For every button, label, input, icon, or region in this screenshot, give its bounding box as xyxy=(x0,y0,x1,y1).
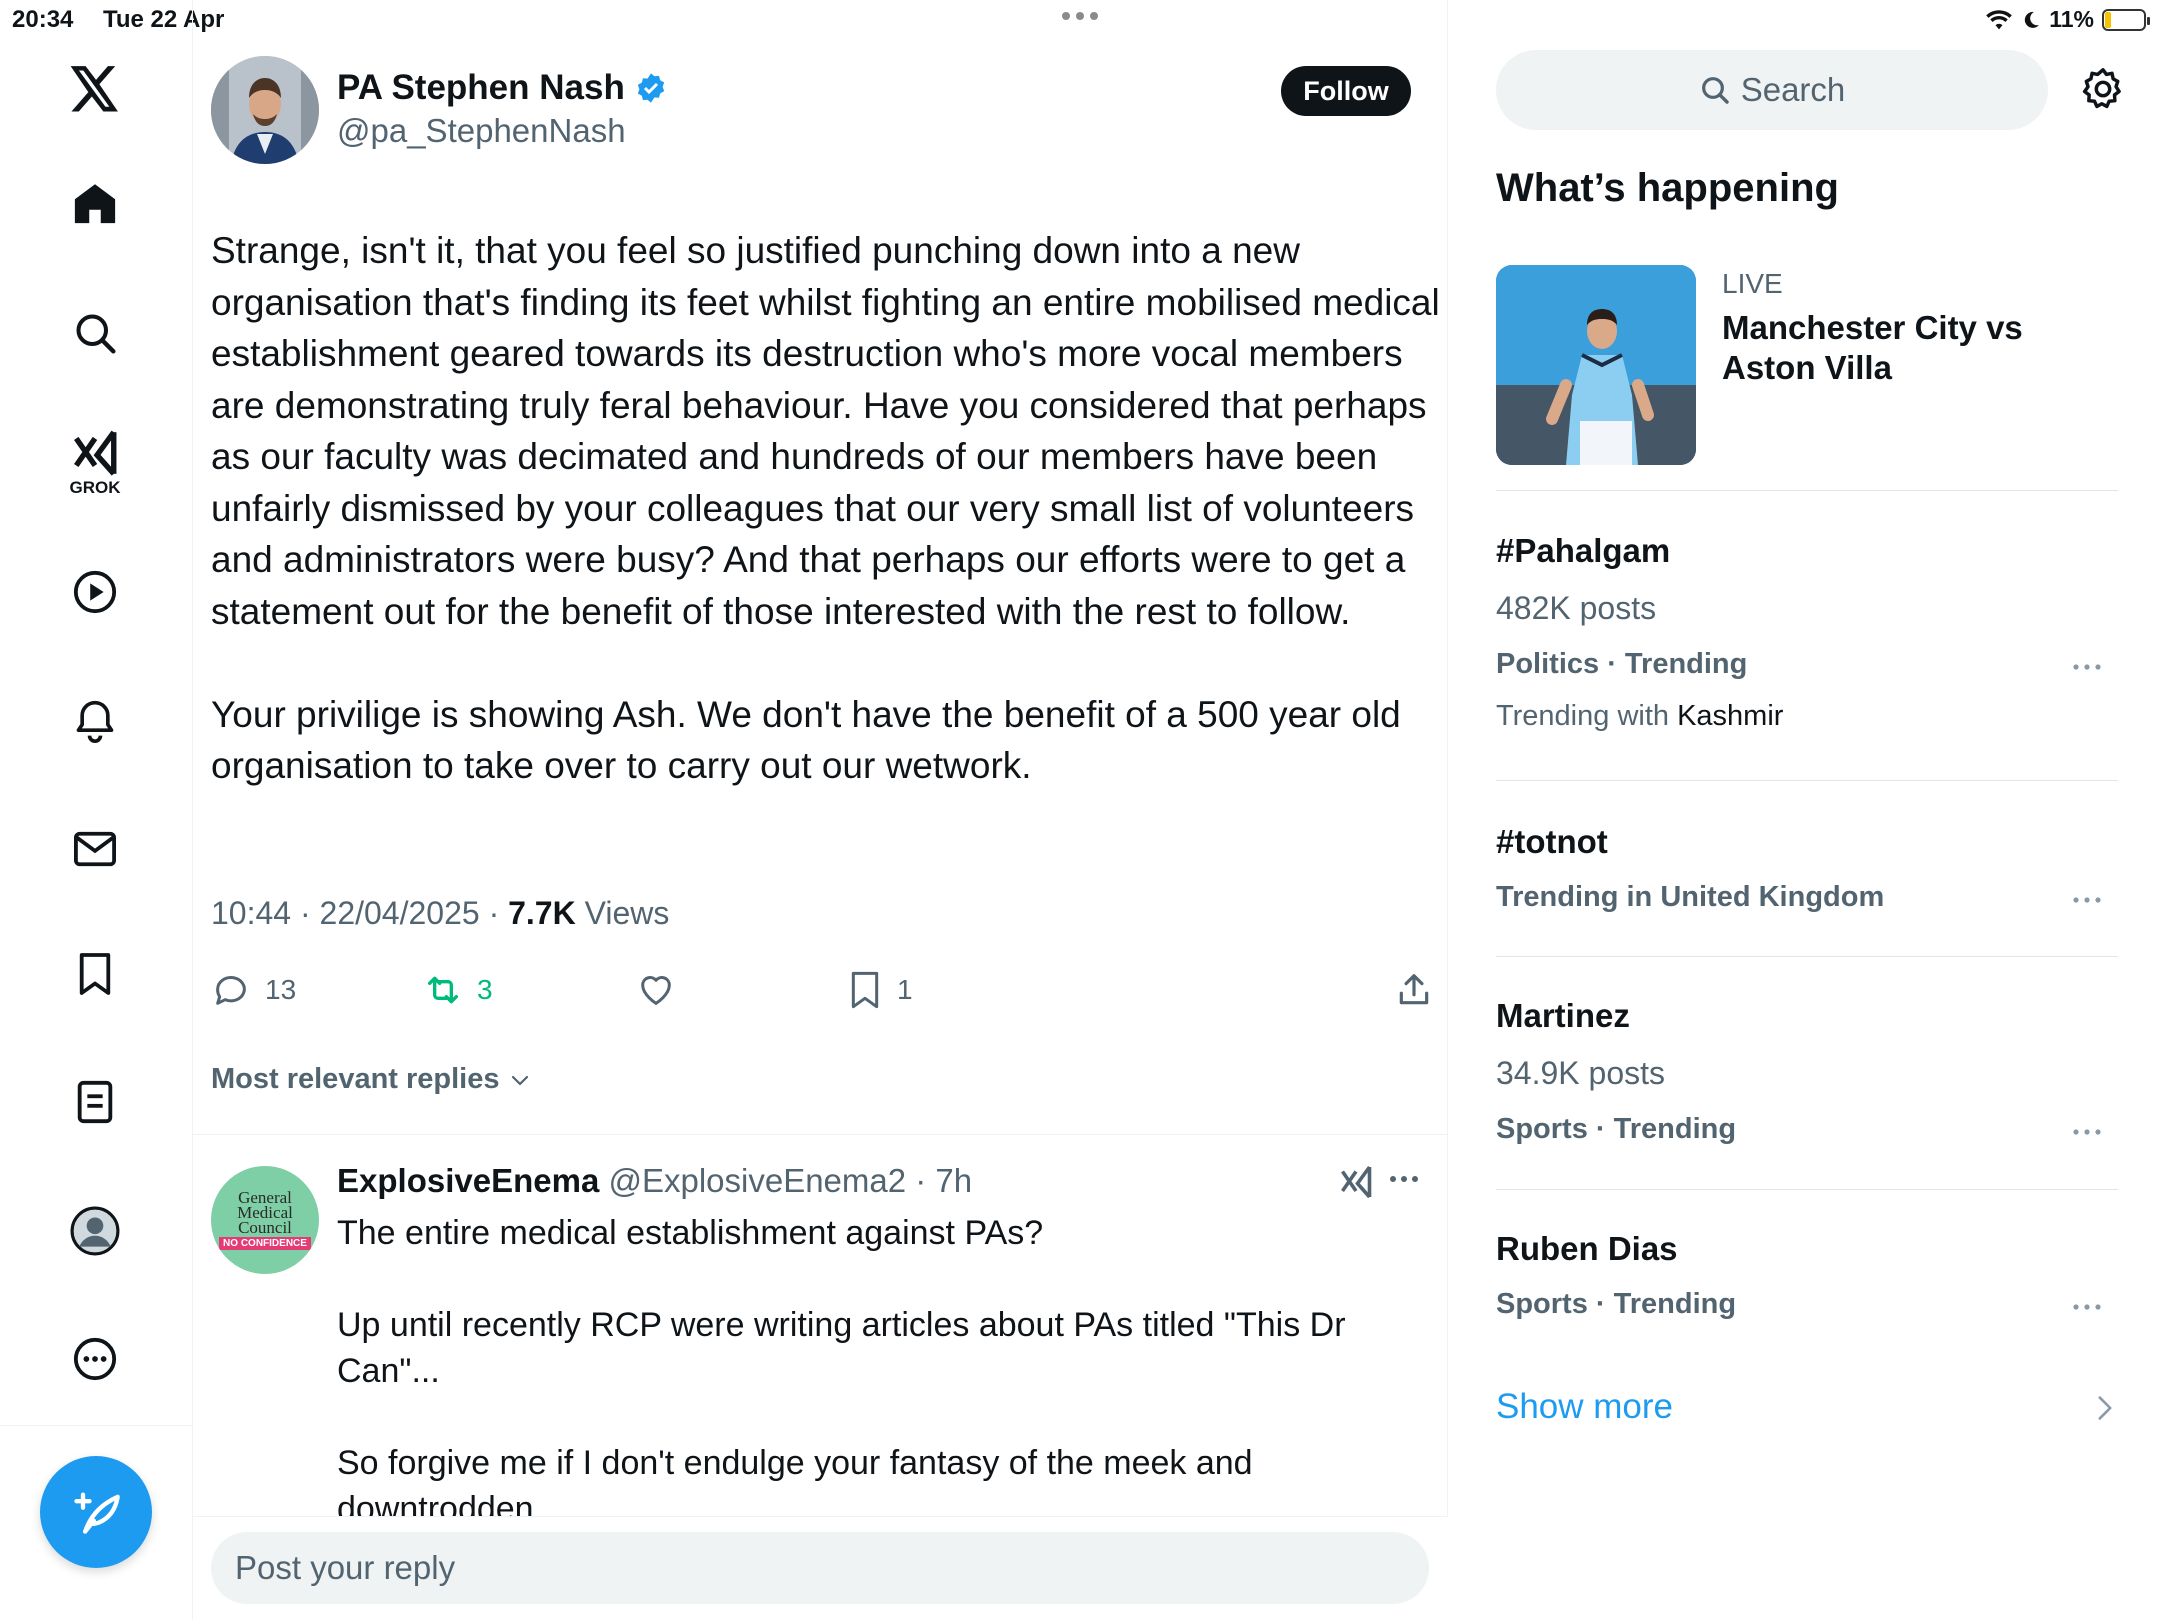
trend-title[interactable]: #totnot xyxy=(1496,823,1608,861)
more-icon[interactable] xyxy=(66,1330,124,1388)
chevron-down-icon xyxy=(511,1075,528,1085)
share-action[interactable] xyxy=(1395,970,1433,1010)
author-handle[interactable]: @pa_StephenNash xyxy=(337,112,626,150)
reply-body: The entire medical establishment against… xyxy=(337,1210,1427,1532)
reply-avatar-text: General Medical Council xyxy=(237,1188,293,1237)
chevron-right-icon[interactable] xyxy=(2096,1395,2114,1426)
divider xyxy=(1496,490,2118,491)
trend-post-count: 482K posts xyxy=(1496,590,1657,626)
reply-paragraph: Up until recently RCP were writing artic… xyxy=(337,1306,1346,1390)
trend-category: Politics · Trending xyxy=(1496,648,1748,680)
search-icon[interactable] xyxy=(66,304,124,362)
reply-author-name[interactable]: ExplosiveEnema xyxy=(337,1162,599,1199)
trend-title[interactable]: Ruben Dias xyxy=(1496,1230,1678,1268)
follow-button[interactable]: Follow xyxy=(1281,66,1411,116)
notifications-icon[interactable] xyxy=(66,692,124,750)
live-label: LIVE xyxy=(1722,268,1783,299)
trend-more-icon[interactable] xyxy=(2072,1299,2102,1317)
trend-title[interactable]: Martinez xyxy=(1496,997,1630,1035)
reply-sort-label: Most relevant replies xyxy=(211,1063,500,1095)
divider xyxy=(1496,956,2118,957)
like-action[interactable] xyxy=(635,970,677,1010)
bookmark-icon xyxy=(851,971,879,1009)
bookmarks-icon[interactable] xyxy=(66,945,124,1003)
trend-title[interactable]: #Pahalgam xyxy=(1496,532,1670,570)
tweet-body: Strange, isn't it, that you feel so just… xyxy=(211,225,1441,792)
trend-more-icon[interactable] xyxy=(2072,892,2102,910)
compose-icon xyxy=(74,1492,120,1534)
repost-icon xyxy=(428,976,458,1004)
author-name-text[interactable]: PA Stephen Nash xyxy=(337,68,625,108)
reply-input[interactable] xyxy=(211,1532,1429,1604)
reply-avatar[interactable]: General Medical Council NO CONFIDENCE xyxy=(211,1166,319,1274)
reply-composer xyxy=(193,1516,1448,1620)
grok-explain-icon[interactable] xyxy=(1338,1165,1374,1204)
live-event-title[interactable]: Manchester City vs Aston Villa xyxy=(1722,308,2102,388)
compose-button[interactable] xyxy=(40,1456,152,1568)
bookmark-count: 1 xyxy=(897,974,913,1005)
trend-category: Trending in United Kingdom xyxy=(1496,881,1885,913)
views-count[interactable]: 7.7K xyxy=(508,895,576,931)
trend-category: Sports · Trending xyxy=(1496,1288,1737,1320)
author-avatar[interactable] xyxy=(211,56,319,164)
tweet-actions: 13 3 1 xyxy=(211,970,1429,1016)
reply-sort-dropdown[interactable]: Most relevant replies xyxy=(211,1063,532,1096)
home-icon[interactable] xyxy=(66,175,124,233)
reply-avatar-stamp: NO CONFIDENCE xyxy=(219,1237,311,1250)
reply-header: ExplosiveEnema @ExplosiveEnema2 · 7h xyxy=(337,1162,972,1200)
trend-with-term[interactable]: Kashmir xyxy=(1677,700,1783,732)
grok-label: GROK xyxy=(69,478,121,497)
tweet-timestamp[interactable]: 10:44 · 22/04/2025 · xyxy=(211,895,508,931)
trend-category: Sports · Trending xyxy=(1496,1113,1737,1145)
tweet-paragraph: Your privilige is showing Ash. We don't … xyxy=(211,693,1401,787)
author-name[interactable]: PA Stephen Nash xyxy=(337,68,667,108)
reply-count: 13 xyxy=(265,974,297,1005)
views-label: Views xyxy=(575,895,670,931)
right-sidebar: Search What’s happening LIVE Manchester … xyxy=(1448,0,2160,1620)
search-placeholder: Search xyxy=(1740,71,1846,108)
reply-paragraph: The entire medical establishment against… xyxy=(337,1214,1044,1252)
settings-gear-icon[interactable] xyxy=(2080,66,2126,117)
x-logo-icon[interactable] xyxy=(66,60,124,118)
trend-more-icon[interactable] xyxy=(2072,659,2102,677)
share-icon xyxy=(1399,974,1429,1005)
repost-count: 3 xyxy=(477,974,493,1005)
video-icon[interactable] xyxy=(66,563,124,621)
trend-post-count: 34.9K posts xyxy=(1496,1055,1665,1091)
reply-handle-time[interactable]: @ExplosiveEnema2 · 7h xyxy=(599,1162,972,1199)
tweet-meta: 10:44 · 22/04/2025 · 7.7K Views xyxy=(211,895,669,932)
reply-action[interactable]: 13 xyxy=(211,970,296,1010)
messages-icon[interactable] xyxy=(66,820,124,878)
nav-divider xyxy=(0,1425,193,1426)
live-event-image[interactable] xyxy=(1496,265,1696,465)
left-navigation: GROK xyxy=(0,0,193,1620)
search-icon xyxy=(1701,77,1729,104)
reply-icon xyxy=(216,976,246,1005)
trend-with: Trending with Kashmir xyxy=(1496,700,1783,733)
trend-with-prefix: Trending with xyxy=(1496,700,1678,732)
profile-icon[interactable] xyxy=(66,1202,124,1260)
search-input[interactable]: Search xyxy=(1496,50,2048,130)
divider xyxy=(193,1134,1448,1135)
show-more-link[interactable]: Show more xyxy=(1496,1387,1673,1427)
divider xyxy=(1496,780,2118,781)
repost-action[interactable]: 3 xyxy=(423,970,493,1010)
heart-icon xyxy=(641,976,671,1005)
reply-more-icon[interactable] xyxy=(1389,1172,1419,1190)
bookmark-action[interactable]: 1 xyxy=(847,970,913,1010)
section-title: What’s happening xyxy=(1496,166,1839,210)
tweet-paragraph: Strange, isn't it, that you feel so just… xyxy=(211,230,1440,632)
grok-icon[interactable] xyxy=(66,424,124,482)
lists-icon[interactable] xyxy=(66,1073,124,1131)
divider xyxy=(1496,1189,2118,1190)
verified-badge-icon xyxy=(637,73,665,103)
tweet-detail-column: PA Stephen Nash @pa_StephenNash Follow S… xyxy=(193,0,1448,1620)
trend-more-icon[interactable] xyxy=(2072,1124,2102,1142)
